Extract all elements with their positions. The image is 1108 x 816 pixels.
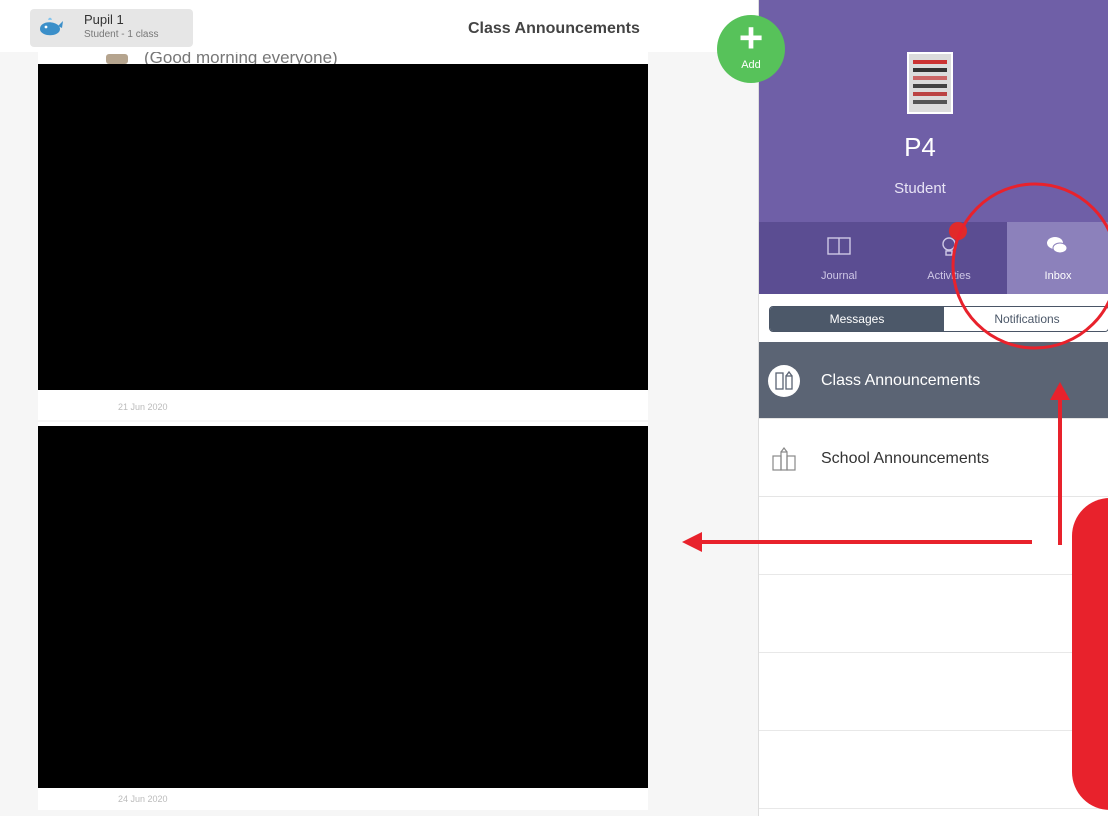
feed-pane: Pupil 1 Student - 1 class Class Announce… — [0, 0, 760, 816]
notification-badge — [949, 222, 967, 240]
tab-journal[interactable]: Journal — [789, 222, 889, 294]
segment-notifications[interactable]: Notifications — [944, 307, 1108, 331]
add-button-label: Add — [741, 59, 761, 71]
profile-header: P4 Student — [759, 0, 1108, 222]
nav-tabs: Journal Activities Inbox — [759, 222, 1108, 294]
user-class-count: Student - 1 class — [84, 29, 159, 40]
pencil-ruler-icon — [768, 365, 800, 397]
empty-list-row — [759, 654, 1108, 731]
right-panel: P4 Student Journal Activities Inbox Mess… — [758, 0, 1108, 816]
inbox-segmented-control: Messages Notifications — [769, 306, 1108, 332]
post-caption: (Good morning everyone) — [144, 52, 338, 64]
annotation-callout-box — [1072, 498, 1108, 810]
inbox-item-label: Class Announcements — [821, 372, 981, 389]
feed-post: (Good morning everyone) 21 Jun 2020 — [38, 52, 648, 420]
page-title: Class Announcements — [468, 20, 640, 37]
chat-bubbles-icon — [1047, 237, 1068, 254]
post-date: 21 Jun 2020 — [118, 402, 168, 412]
whale-avatar-icon — [40, 17, 63, 36]
tab-activities-label: Activities — [927, 270, 971, 282]
empty-list-row — [759, 732, 1108, 809]
feed-post: 24 Jun 2020 — [38, 422, 648, 810]
top-bar: Pupil 1 Student - 1 class Class Announce… — [0, 0, 760, 52]
inbox-item-class-announcements[interactable]: Class Announcements — [759, 342, 1108, 419]
tab-inbox-label: Inbox — [1044, 270, 1072, 282]
segment-messages[interactable]: Messages — [770, 307, 944, 331]
profile-name: P4 — [904, 132, 936, 162]
post-date: 24 Jun 2020 — [118, 794, 168, 804]
post-media[interactable] — [38, 64, 648, 390]
add-button[interactable]: + Add — [717, 15, 785, 83]
profile-role: Student — [894, 180, 946, 197]
empty-list-row — [759, 498, 1108, 575]
poster-avatar — [106, 54, 128, 64]
book-icon — [827, 237, 851, 255]
profile-photo[interactable] — [907, 52, 953, 114]
post-media[interactable] — [38, 426, 648, 788]
school-building-icon — [772, 447, 796, 471]
inbox-item-label: School Announcements — [821, 450, 990, 467]
inbox-item-school-announcements[interactable]: School Announcements — [759, 420, 1108, 497]
empty-list-row — [759, 576, 1108, 653]
plus-icon: + — [738, 14, 764, 61]
user-name: Pupil 1 — [84, 12, 124, 27]
tab-inbox[interactable]: Inbox — [1007, 222, 1108, 294]
tab-journal-label: Journal — [820, 270, 858, 282]
user-switcher[interactable]: Pupil 1 Student - 1 class — [30, 9, 193, 47]
